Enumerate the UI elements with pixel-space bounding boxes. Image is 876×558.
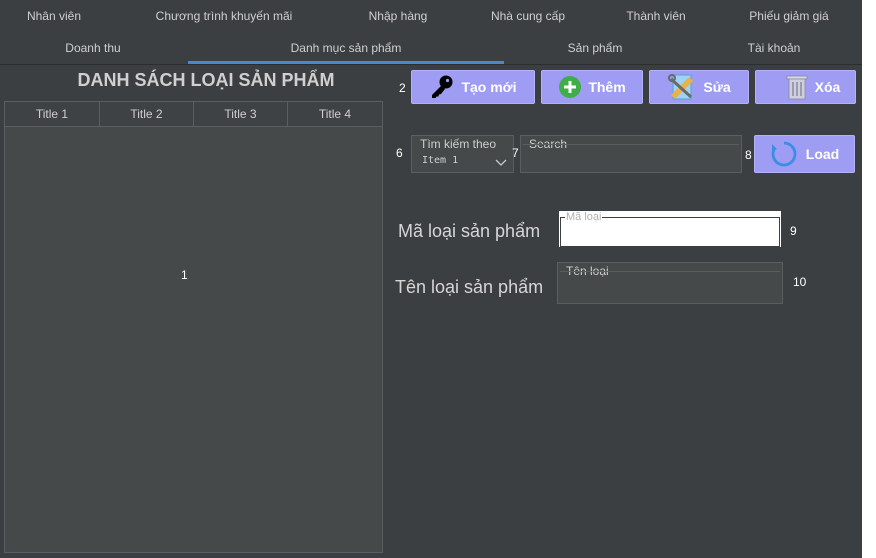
category-code-label: Mã loại sản phẩm [398,221,541,241]
tools-icon [667,73,697,101]
chevron-down-icon[interactable] [495,154,507,172]
plus-circle-icon [558,75,582,99]
refresh-icon [770,140,798,168]
annotation-number: 8 [745,148,752,162]
search-field-frame [523,144,739,145]
tab-bar-row-2: Doanh thu Danh mục sản phẩm Sản phẩm Tài… [0,32,862,64]
app-window: Nhân viên Chương trình khuyến mãi Nhập h… [0,0,862,558]
category-code-field[interactable]: Mã loại [557,209,783,249]
tab-bar-row-1: Nhân viên Chương trình khuyến mãi Nhập h… [0,0,862,32]
category-name-frame [560,271,780,272]
tab-phieu-giam-gia[interactable]: Phiếu giảm giá [730,0,848,32]
tab-doanh-thu[interactable]: Doanh thu [20,32,166,64]
table-annotation-number: 1 [181,268,188,282]
add-label: Thêm [588,79,626,95]
load-label: Load [805,146,840,162]
tab-nha-cung-cap[interactable]: Nhà cung cấp [474,0,582,32]
edit-button[interactable]: Sửa [649,70,749,104]
search-by-combobox[interactable]: Tìm kiếm theo Item 1 [411,135,514,173]
search-by-label: Tìm kiếm theo [420,137,497,151]
delete-button[interactable]: Xóa [755,70,856,104]
list-title: DANH SÁCH LOẠI SẢN PHẨM [77,70,335,90]
load-button[interactable]: Load [754,135,855,173]
column-header[interactable]: Title 3 [194,102,288,126]
table-header: Title 1 Title 2 Title 3 Title 4 [5,102,382,127]
category-table[interactable]: Title 1 Title 2 Title 3 Title 4 1 [4,101,383,553]
category-name-field[interactable]: Tên loại [557,262,783,304]
tab-divider [0,64,862,65]
edit-label: Sửa [703,79,731,95]
search-by-value: Item 1 [422,155,459,166]
tab-thanh-vien[interactable]: Thành viên [606,0,706,32]
column-header[interactable]: Title 1 [5,102,100,126]
annotation-number: 9 [790,224,797,238]
search-field[interactable]: Search [520,135,742,173]
add-button[interactable]: Thêm [541,70,643,104]
create-new-label: Tạo mới [461,79,517,95]
annotation-number: 2 [399,81,406,95]
tab-san-pham[interactable]: Sản phẩm [520,32,670,64]
column-header[interactable]: Title 4 [288,102,382,126]
tab-chuong-trinh-khuyen-mai[interactable]: Chương trình khuyến mãi [134,0,314,32]
create-new-button[interactable]: Tạo mới [411,70,535,104]
annotation-number: 10 [793,275,807,289]
annotation-number: 7 [512,146,519,160]
category-code-field-label: Mã loại [565,211,603,223]
key-icon [429,74,455,100]
annotation-number: 6 [396,146,403,160]
column-header[interactable]: Title 2 [100,102,194,126]
tab-nhan-vien[interactable]: Nhân viên [0,0,108,32]
trash-icon [785,74,809,100]
delete-label: Xóa [814,79,841,95]
tab-nhap-hang[interactable]: Nhập hàng [350,0,446,32]
category-name-label: Tên loại sản phẩm [395,277,544,297]
tab-tai-khoan[interactable]: Tài khoản [690,32,858,64]
tab-danh-muc-san-pham[interactable]: Danh mục sản phẩm [188,32,504,64]
